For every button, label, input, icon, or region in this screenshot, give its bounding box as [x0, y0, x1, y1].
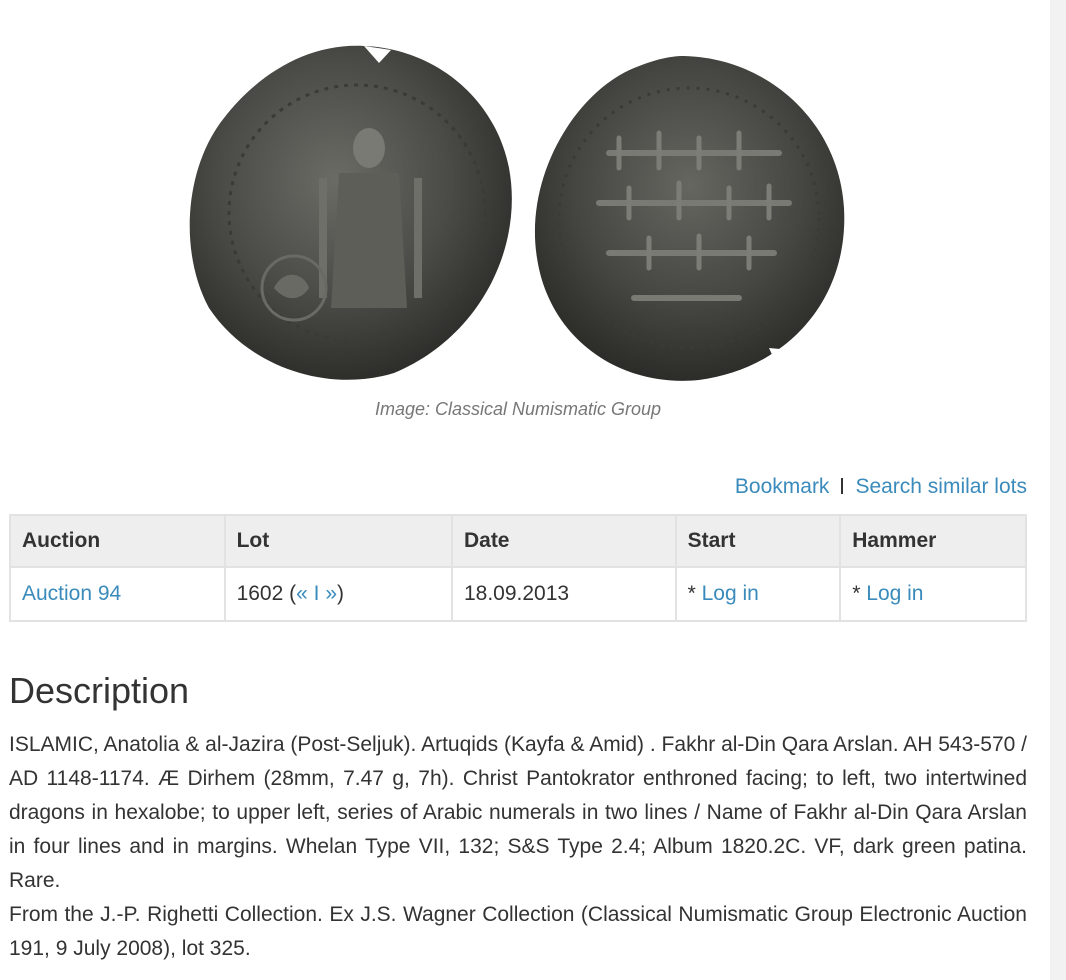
hammer-login-link[interactable]: Log in: [866, 582, 923, 605]
previous-lot-link[interactable]: «: [296, 582, 308, 605]
lot-info-table: Auction Lot Date Start Hammer Auction 94…: [9, 514, 1027, 622]
bookmark-link[interactable]: Bookmark: [735, 475, 830, 498]
table-header-row: Auction Lot Date Start Hammer: [9, 514, 1027, 568]
cell-auction: Auction 94: [9, 566, 226, 622]
cell-start: * Log in: [674, 566, 842, 622]
actions-separator: [841, 478, 844, 494]
description-heading: Description: [9, 670, 190, 711]
provenance-paragraph: From the J.-P. Righetti Collection. Ex J…: [9, 903, 1027, 960]
header-hammer: Hammer: [839, 514, 1027, 568]
next-lot-link[interactable]: »: [325, 582, 337, 605]
description-paragraph: ISLAMIC, Anatolia & al-Jazira (Post-Selj…: [9, 733, 1027, 892]
table-row: Auction 94 1602 (« I ») 18.09.2013 * Log…: [9, 566, 1027, 622]
scrollbar-gutter: [1050, 0, 1066, 980]
image-caption: Image: Classical Numismatic Group: [374, 399, 662, 419]
auction-link[interactable]: Auction 94: [22, 582, 121, 605]
header-date: Date: [450, 514, 677, 568]
cell-date: 18.09.2013: [450, 566, 677, 622]
header-auction: Auction: [9, 514, 226, 568]
start-prefix: *: [687, 582, 702, 605]
lot-page: Image: Classical Numismatic Group Bookma…: [0, 0, 1066, 980]
cell-hammer: * Log in: [839, 566, 1027, 622]
cell-lot: 1602 (« I »): [223, 566, 453, 622]
coin-image[interactable]: [179, 38, 879, 388]
lot-close-paren: ): [337, 582, 345, 605]
reverse-coin: [534, 56, 845, 381]
header-start: Start: [674, 514, 842, 568]
lot-index-link[interactable]: I: [314, 582, 320, 605]
start-login-link[interactable]: Log in: [702, 582, 759, 605]
lot-actions: Bookmark Search similar lots: [735, 474, 1027, 500]
obverse-coin: [189, 45, 512, 380]
hammer-prefix: *: [852, 582, 867, 605]
lot-number: 1602 (: [236, 582, 297, 605]
header-lot: Lot: [223, 514, 453, 568]
search-similar-lots-link[interactable]: Search similar lots: [855, 475, 1027, 498]
description-body: ISLAMIC, Anatolia & al-Jazira (Post-Selj…: [9, 728, 1027, 966]
